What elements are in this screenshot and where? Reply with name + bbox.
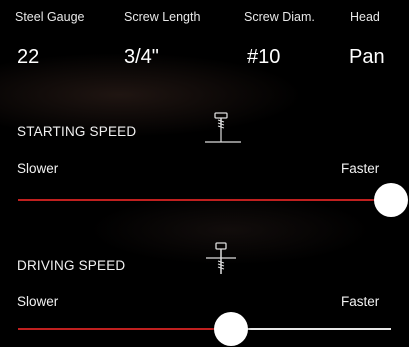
driving-speed-slider[interactable] bbox=[18, 312, 391, 346]
starting-speed-fill bbox=[18, 199, 391, 201]
spec-screw-diameter-value[interactable]: #10 bbox=[247, 46, 280, 69]
screw-spec-table: Steel Gauge 22 Screw Length 3/4" Screw D… bbox=[0, 0, 409, 80]
driving-speed-fill bbox=[18, 328, 231, 330]
driving-speed-title: DRIVING SPEED bbox=[17, 258, 126, 273]
spec-steel-gauge-header: Steel Gauge bbox=[15, 10, 85, 24]
driving-speed-min-label: Slower bbox=[17, 294, 59, 309]
spec-steel-gauge-value[interactable]: 22 bbox=[17, 46, 39, 69]
screw-drive-icon bbox=[202, 240, 242, 285]
spec-screw-diameter-header: Screw Diam. bbox=[244, 10, 315, 24]
driving-speed-max-label: Faster bbox=[341, 294, 380, 309]
starting-speed-slider[interactable] bbox=[18, 183, 408, 217]
starting-speed-title: STARTING SPEED bbox=[17, 124, 137, 139]
spec-head-header: Head bbox=[350, 10, 380, 24]
spec-screw-length-header: Screw Length bbox=[124, 10, 201, 24]
driving-speed-thumb[interactable] bbox=[214, 312, 248, 346]
spec-head-value[interactable]: Pan bbox=[349, 46, 385, 69]
starting-speed-min-label: Slower bbox=[17, 161, 59, 176]
starting-speed-max-label: Faster bbox=[341, 161, 380, 176]
spec-screw-length-value[interactable]: 3/4" bbox=[124, 46, 159, 69]
starting-speed-thumb[interactable] bbox=[374, 183, 408, 217]
screw-start-icon bbox=[203, 111, 243, 156]
